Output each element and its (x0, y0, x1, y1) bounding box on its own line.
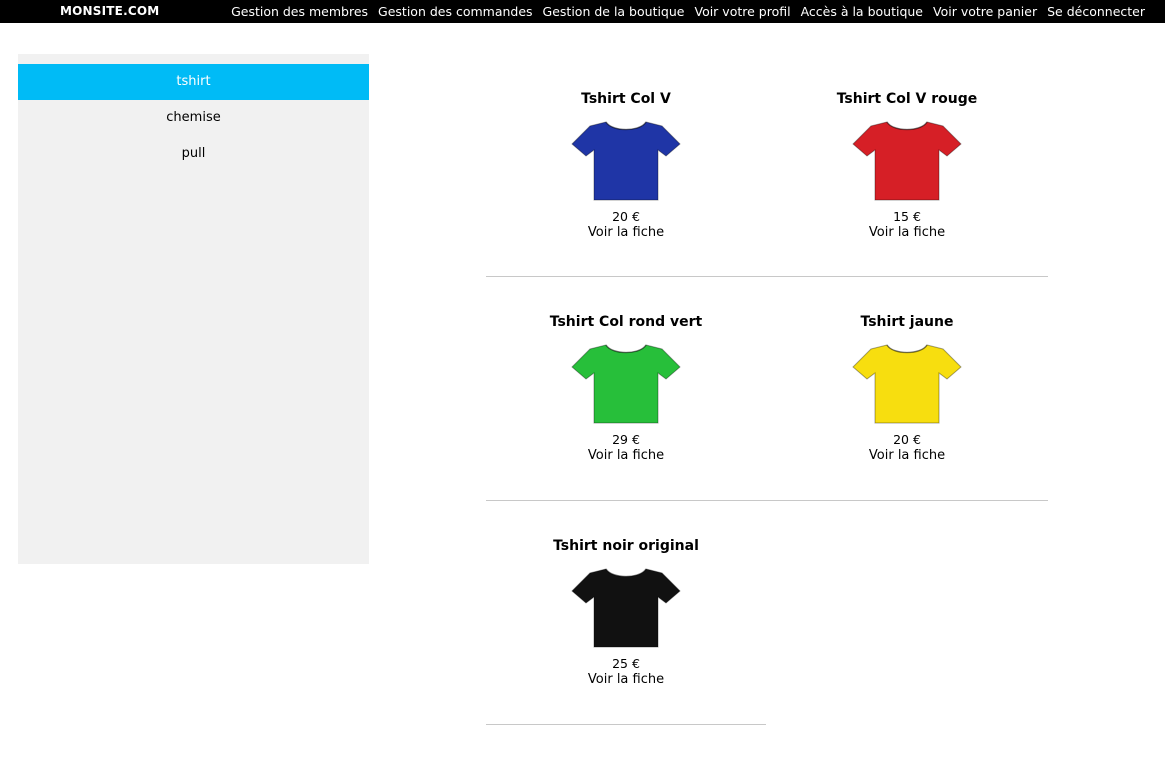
product-title: Tshirt noir original (553, 538, 699, 554)
product-row: Tshirt Col rond vert 29 € Voir la fiche Tsh… (486, 277, 1048, 501)
tshirt-icon[interactable] (566, 333, 686, 429)
menu-link-profil[interactable]: Voir votre profil (694, 4, 790, 19)
product-detail-link[interactable]: Voir la fiche (486, 448, 766, 464)
product-price: 25 € (612, 656, 640, 671)
product-row: Tshirt Col V 20 € Voir la fiche Tshirt Col … (486, 54, 1048, 277)
product-price: 20 € (612, 209, 640, 224)
menu-link-gestion-membres[interactable]: Gestion des membres (231, 4, 368, 19)
product-title: Tshirt Col V (581, 91, 671, 107)
product-title: Tshirt jaune (860, 314, 954, 330)
product-price: 20 € (893, 432, 921, 447)
product-card: Tshirt noir original 25 € Voir la fiche (486, 537, 766, 688)
product-detail-link[interactable]: Voir la fiche (767, 448, 1047, 464)
product-card: Tshirt Col rond vert 29 € Voir la fiche (486, 313, 766, 464)
menu-link-gestion-commandes[interactable]: Gestion des commandes (378, 4, 533, 19)
tshirt-icon[interactable] (847, 110, 967, 206)
product-card: Tshirt Col V rouge 15 € Voir la fiche (767, 90, 1047, 241)
product-detail-link[interactable]: Voir la fiche (486, 672, 766, 688)
product-card: Tshirt jaune 20 € Voir la fiche (767, 313, 1047, 464)
category-sidebar: tshirt chemise pull (18, 54, 369, 564)
product-title: Tshirt Col rond vert (549, 314, 703, 330)
tshirt-icon[interactable] (566, 557, 686, 653)
menu-link-deconnexion[interactable]: Se déconnecter (1047, 4, 1145, 19)
product-card: Tshirt Col V 20 € Voir la fiche (486, 90, 766, 241)
product-grid: Tshirt Col V 20 € Voir la fiche Tshirt Col … (486, 54, 1048, 725)
product-price: 15 € (893, 209, 921, 224)
menu-link-panier[interactable]: Voir votre panier (933, 4, 1037, 19)
menu-link-boutique[interactable]: Accès à la boutique (801, 4, 923, 19)
menu-link-gestion-boutique[interactable]: Gestion de la boutique (543, 4, 685, 19)
site-logo[interactable]: MONSITE.COM (60, 4, 159, 18)
product-price: 29 € (612, 432, 640, 447)
top-navbar: MONSITE.COM Gestion des membres Gestion … (0, 0, 1165, 23)
category-pull[interactable]: pull (18, 136, 369, 172)
row-divider (486, 724, 766, 725)
main-menu: Gestion des membres Gestion des commande… (231, 4, 1145, 19)
tshirt-icon[interactable] (847, 333, 967, 429)
category-chemise[interactable]: chemise (18, 100, 369, 136)
product-detail-link[interactable]: Voir la fiche (767, 225, 1047, 241)
tshirt-icon[interactable] (566, 110, 686, 206)
category-tshirt[interactable]: tshirt (18, 64, 369, 100)
product-title: Tshirt Col V rouge (836, 91, 978, 107)
product-detail-link[interactable]: Voir la fiche (486, 225, 766, 241)
product-row: Tshirt noir original 25 € Voir la fiche (486, 501, 1048, 725)
